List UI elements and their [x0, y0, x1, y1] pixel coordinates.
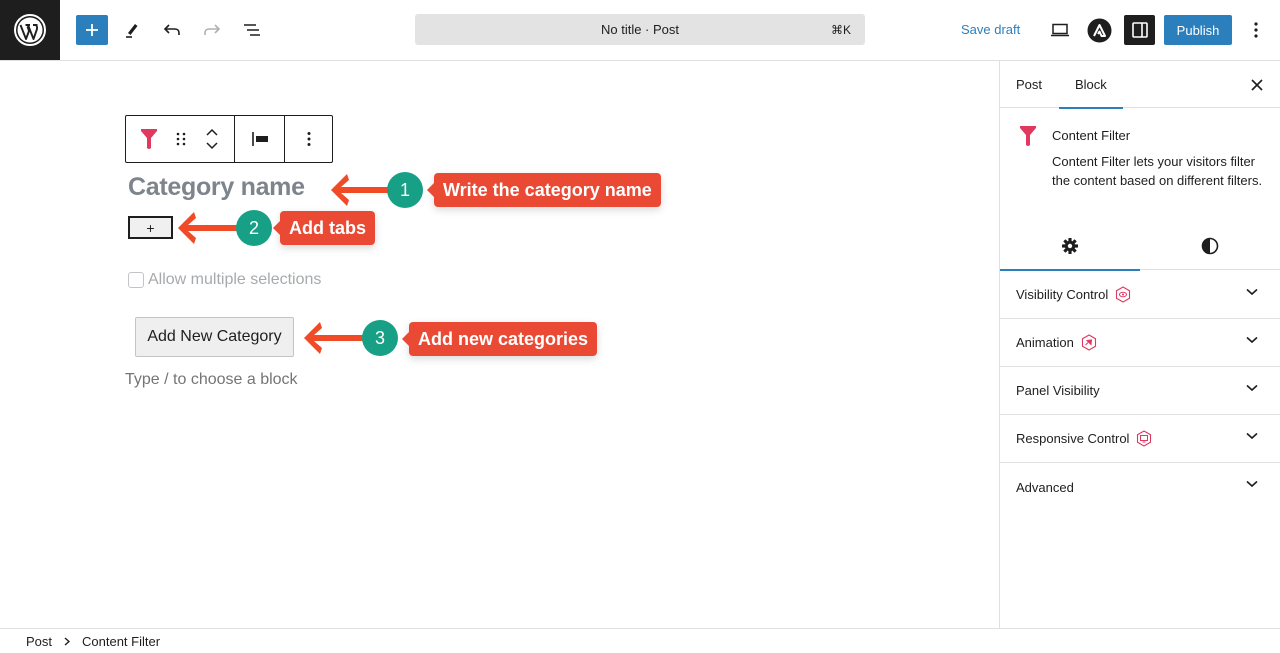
gear-icon	[1062, 237, 1078, 254]
redo-button[interactable]	[198, 15, 226, 45]
move-down-icon[interactable]	[206, 142, 218, 150]
chevron-right-icon	[64, 636, 71, 646]
block-appender[interactable]: Type / to choose a block	[125, 371, 298, 389]
eye-badge-icon	[1115, 286, 1131, 303]
allow-multiple-label: Allow multiple selections	[148, 271, 322, 288]
block-description: Content Filter lets your visitors filter…	[1052, 154, 1263, 188]
block-title: Content Filter	[1052, 128, 1131, 143]
annotation-label-3: Add new categories	[401, 322, 598, 356]
tab-settings[interactable]	[1000, 221, 1140, 271]
settings-sidebar: Post Block Content Filter Content Filter…	[999, 61, 1280, 628]
move-block-buttons	[190, 116, 234, 162]
sidebar-tabs: Post Block	[1000, 61, 1280, 109]
block-type-button[interactable]	[126, 116, 172, 162]
more-vertical-icon	[1254, 22, 1258, 38]
annotation-label-1: Write the category name	[427, 173, 661, 207]
annotation-badge-1: 1	[387, 172, 423, 208]
tab-block[interactable]: Block	[1059, 61, 1123, 109]
move-up-icon[interactable]	[206, 128, 218, 136]
block-settings-tabs	[1000, 221, 1280, 271]
align-group	[235, 116, 285, 162]
list-view-icon	[244, 24, 260, 36]
tools-button[interactable]	[118, 15, 146, 45]
plus-icon	[86, 24, 98, 36]
tab-post[interactable]: Post	[1016, 61, 1042, 108]
settings-sidebar-toggle[interactable]	[1124, 15, 1155, 45]
keyboard-shortcut: ⌘K	[830, 22, 851, 37]
align-left-icon	[251, 132, 268, 146]
contrast-icon	[1201, 237, 1219, 254]
more-group	[285, 116, 332, 162]
annotation-arrow-1	[331, 174, 391, 206]
drag-handle[interactable]	[172, 116, 190, 162]
astra-settings-button[interactable]	[1087, 18, 1112, 43]
list-view-button[interactable]	[238, 15, 266, 45]
options-menu-button[interactable]	[1245, 15, 1267, 45]
desktop-preview-icon	[1051, 23, 1069, 37]
chevron-down-icon	[1246, 480, 1258, 488]
panel-visibility-control[interactable]: Visibility Control	[1000, 271, 1280, 319]
panel-panel-visibility[interactable]: Panel Visibility	[1000, 367, 1280, 415]
breadcrumb-content-filter[interactable]: Content Filter	[82, 634, 160, 649]
funnel-icon	[1020, 126, 1036, 146]
more-options-icon	[307, 132, 310, 146]
editor-header: No title · Post ⌘K Save draft Publish	[0, 0, 1280, 61]
close-icon	[1251, 79, 1263, 91]
allow-multiple-selections: Allow multiple selections	[128, 271, 321, 289]
chevron-down-icon	[1246, 384, 1258, 392]
animation-badge-icon	[1081, 334, 1097, 351]
close-sidebar-button[interactable]	[1248, 76, 1266, 94]
panel-label: Responsive Control	[1016, 431, 1130, 446]
undo-button[interactable]	[158, 15, 186, 45]
publish-button[interactable]: Publish	[1164, 15, 1232, 45]
block-options-button[interactable]	[286, 116, 332, 162]
chevron-down-icon	[1246, 336, 1258, 344]
panel-label: Animation	[1016, 335, 1074, 350]
panel-animation[interactable]: Animation	[1000, 319, 1280, 367]
panel-label: Panel Visibility	[1016, 383, 1100, 398]
block-toolbar-group-main	[126, 116, 235, 162]
chevron-down-icon	[1246, 288, 1258, 296]
panel-label: Visibility Control	[1016, 287, 1109, 302]
responsive-badge-icon	[1136, 430, 1152, 447]
add-tab-button[interactable]: +	[128, 216, 173, 239]
command-palette-button[interactable]: No title · Post ⌘K	[415, 14, 865, 45]
annotation-label-2: Add tabs	[272, 211, 376, 245]
breadcrumb-post[interactable]: Post	[26, 634, 52, 649]
drag-handle-icon	[176, 132, 186, 146]
tab-styles[interactable]	[1140, 221, 1280, 270]
wordpress-logo-button[interactable]	[0, 0, 60, 60]
allow-multiple-checkbox[interactable]	[128, 272, 144, 288]
preview-button[interactable]	[1048, 15, 1072, 45]
redo-icon	[204, 24, 221, 35]
pencil-icon	[126, 24, 138, 38]
document-title: No title · Post	[600, 22, 680, 37]
sidebar-icon	[1131, 22, 1148, 38]
align-button[interactable]	[236, 116, 284, 162]
chevron-down-icon	[1246, 432, 1258, 440]
save-draft-button[interactable]: Save draft	[961, 22, 1020, 37]
block-inserter-button[interactable]	[76, 15, 108, 45]
annotation-arrow-3	[304, 322, 368, 354]
panel-responsive-control[interactable]: Responsive Control	[1000, 415, 1280, 463]
block-breadcrumb: Post Content Filter	[0, 628, 1280, 653]
block-toolbar	[125, 115, 333, 163]
wordpress-logo-icon	[14, 14, 46, 46]
panel-advanced[interactable]: Advanced	[1000, 463, 1280, 511]
annotation-arrow-2	[178, 212, 240, 244]
category-name-input[interactable]: Category name	[128, 173, 305, 202]
astra-icon	[1087, 18, 1112, 43]
annotation-badge-3: 3	[362, 320, 398, 356]
panel-label: Advanced	[1016, 479, 1074, 495]
add-new-category-button[interactable]: Add New Category	[135, 317, 294, 357]
annotation-badge-2: 2	[236, 210, 272, 246]
funnel-icon	[141, 129, 157, 149]
undo-icon	[163, 24, 180, 35]
